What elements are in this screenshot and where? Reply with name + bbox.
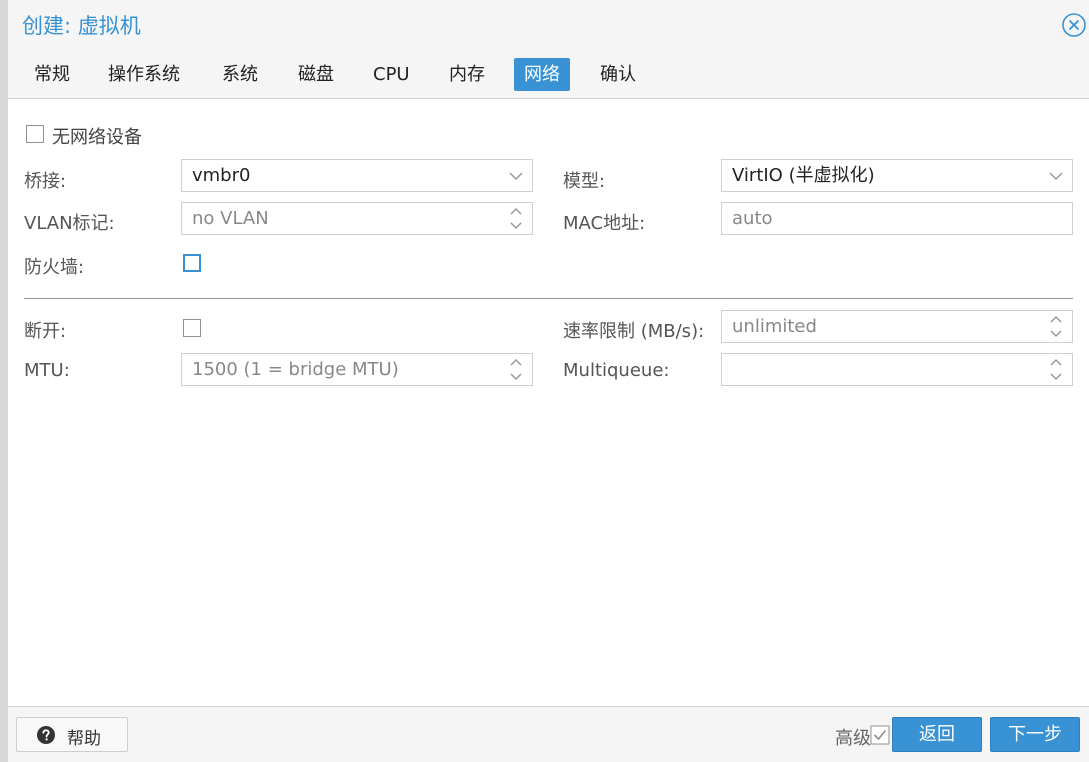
help-button-label: 帮助 <box>67 729 101 749</box>
question-circle-icon <box>37 726 55 744</box>
tab-cpu[interactable]: CPU <box>363 58 420 91</box>
advanced-checkbox[interactable] <box>870 725 890 745</box>
tab-disks[interactable]: 磁盘 <box>288 58 344 91</box>
no-network-label: 无网络设备 <box>52 127 142 148</box>
rate-limit-placeholder: unlimited <box>732 316 817 337</box>
disconnect-checkbox[interactable] <box>183 319 201 337</box>
tab-system[interactable]: 系统 <box>212 58 268 91</box>
tab-bar: 常规 操作系统 系统 磁盘 CPU 内存 网络 确认 <box>8 50 1089 99</box>
back-button[interactable]: 返回 <box>892 717 982 752</box>
section-divider <box>24 298 1073 299</box>
firewall-label: 防火墙: <box>24 257 85 278</box>
model-value: VirtIO (半虚拟化) <box>732 165 875 186</box>
bridge-select[interactable]: vmbr0 <box>181 159 533 192</box>
vlan-spinner[interactable]: no VLAN <box>181 202 533 235</box>
mac-input[interactable]: auto <box>721 202 1073 235</box>
next-button[interactable]: 下一步 <box>990 717 1080 752</box>
firewall-checkbox[interactable] <box>183 254 201 272</box>
dialog-title: 创建: 虚拟机 <box>22 14 141 38</box>
bridge-value: vmbr0 <box>192 165 251 186</box>
multiqueue-label: Multiqueue: <box>563 360 670 381</box>
close-icon[interactable] <box>1061 12 1087 38</box>
disconnect-label: 断开: <box>24 321 67 342</box>
spinner-arrows-icon[interactable] <box>500 203 532 234</box>
spinner-arrows-icon[interactable] <box>1040 354 1072 385</box>
tab-os[interactable]: 操作系统 <box>98 58 190 91</box>
dialog-title-bar: 创建: 虚拟机 <box>8 0 1089 50</box>
multiqueue-spinner[interactable] <box>721 353 1073 386</box>
chevron-down-icon[interactable] <box>1040 160 1072 191</box>
spinner-arrows-icon[interactable] <box>500 354 532 385</box>
rate-limit-label: 速率限制 (MB/s): <box>563 321 705 342</box>
vlan-placeholder: no VLAN <box>192 208 269 229</box>
mtu-spinner[interactable]: 1500 (1 = bridge MTU) <box>181 353 533 386</box>
mac-placeholder: auto <box>732 208 773 229</box>
tab-general[interactable]: 常规 <box>24 58 80 91</box>
rate-limit-spinner[interactable]: unlimited <box>721 310 1073 343</box>
help-button[interactable]: 帮助 <box>16 717 128 752</box>
chevron-down-icon[interactable] <box>500 160 532 191</box>
no-network-checkbox[interactable] <box>26 125 44 143</box>
mac-label: MAC地址: <box>563 213 646 234</box>
advanced-label: 高级 <box>835 728 871 749</box>
create-vm-dialog: 创建: 虚拟机 常规 操作系统 系统 磁盘 CPU 内存 网络 确认 无网络设备… <box>0 0 1089 762</box>
dialog-footer: 帮助 高级 返回 下一步 <box>8 706 1089 762</box>
network-form: 无网络设备 桥接: vmbr0 模型: VirtIO (半虚拟化) VLAN标记… <box>8 99 1089 707</box>
model-select[interactable]: VirtIO (半虚拟化) <box>721 159 1073 192</box>
tab-memory[interactable]: 内存 <box>439 58 495 91</box>
model-label: 模型: <box>563 171 606 192</box>
tab-network[interactable]: 网络 <box>514 58 570 91</box>
bridge-label: 桥接: <box>24 171 67 192</box>
tab-confirm[interactable]: 确认 <box>590 58 646 91</box>
vlan-label: VLAN标记: <box>24 213 115 234</box>
mtu-placeholder: 1500 (1 = bridge MTU) <box>192 359 399 380</box>
mtu-label: MTU: <box>24 360 70 381</box>
spinner-arrows-icon[interactable] <box>1040 311 1072 342</box>
